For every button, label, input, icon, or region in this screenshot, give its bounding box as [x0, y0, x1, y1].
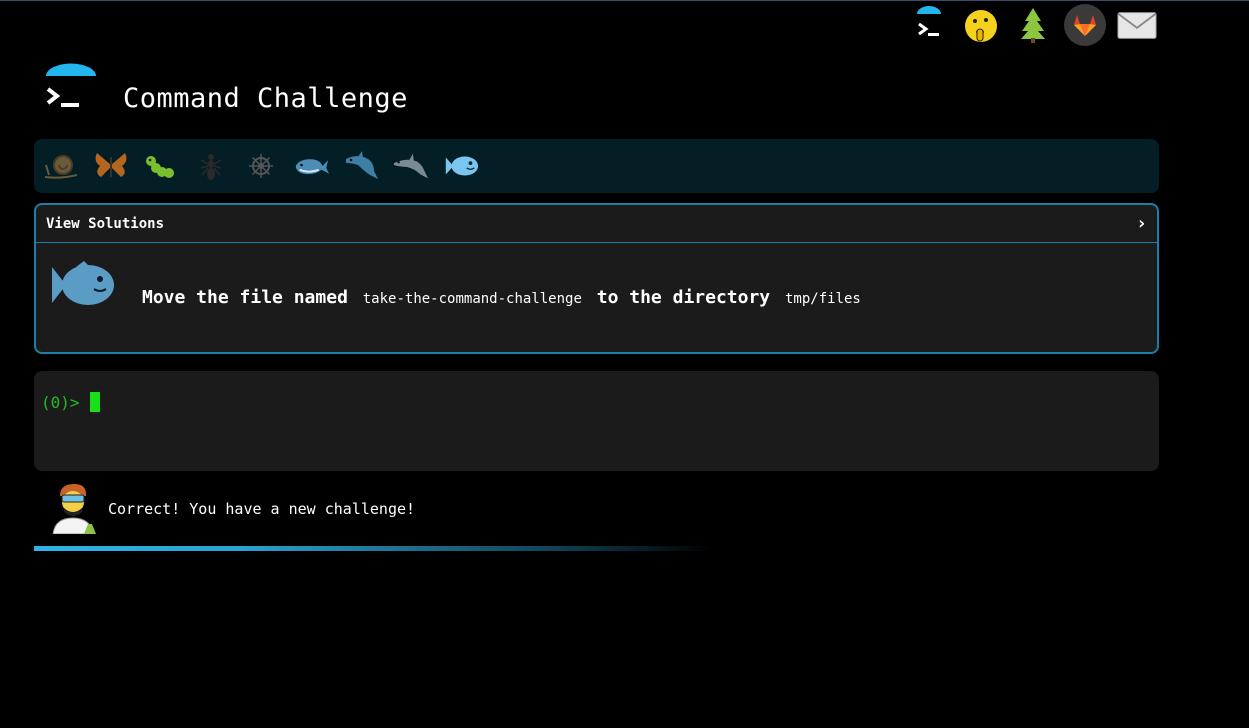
terminal-prompt: (0)>	[41, 393, 80, 412]
ant-icon[interactable]	[192, 147, 230, 185]
task-filename: take-the-command-challenge	[362, 291, 582, 307]
dolphin-icon[interactable]	[392, 147, 430, 185]
status-message: Correct! You have a new challenge!	[108, 500, 416, 518]
task-directory: tmp/files	[784, 291, 861, 307]
terminal-icon[interactable]	[908, 4, 950, 46]
gitlab-icon[interactable]	[1064, 4, 1106, 46]
scientist-avatar-icon	[50, 482, 100, 535]
butterfly-icon[interactable]	[92, 147, 130, 185]
view-solutions-label: View Solutions	[46, 215, 165, 232]
logo-icon[interactable]	[42, 62, 98, 118]
view-solutions-header[interactable]: View Solutions ›	[36, 205, 1157, 243]
shushing-face-icon[interactable]	[960, 4, 1002, 46]
progress-line	[34, 546, 714, 551]
snail-icon[interactable]	[42, 147, 80, 185]
challenge-description: Move the file named take-the-command-cha…	[142, 287, 865, 308]
challenge-body: Move the file named take-the-command-cha…	[36, 243, 1157, 352]
evergreen-tree-icon[interactable]	[1012, 4, 1054, 46]
top-nav	[908, 4, 1158, 46]
terminal-input[interactable]: (0)>	[34, 371, 1159, 471]
challenge-panel: View Solutions › Move the file named tak…	[34, 203, 1159, 354]
chevron-right-icon[interactable]: ›	[1136, 213, 1147, 234]
fish-icon	[48, 259, 118, 315]
level-progress-bar	[34, 139, 1159, 193]
dolphin-icon[interactable]	[342, 147, 380, 185]
terminal-cursor	[90, 392, 100, 412]
top-border	[0, 0, 1249, 1]
ship-wheel-icon[interactable]	[242, 147, 280, 185]
whale-icon[interactable]	[292, 147, 330, 185]
task-prefix: Move the file named	[142, 287, 348, 308]
fish-icon[interactable]	[442, 147, 480, 185]
envelope-icon[interactable]	[1116, 4, 1158, 46]
task-middle: to the directory	[596, 287, 771, 308]
caterpillar-icon[interactable]	[142, 147, 180, 185]
page-title: Command Challenge	[123, 83, 408, 114]
